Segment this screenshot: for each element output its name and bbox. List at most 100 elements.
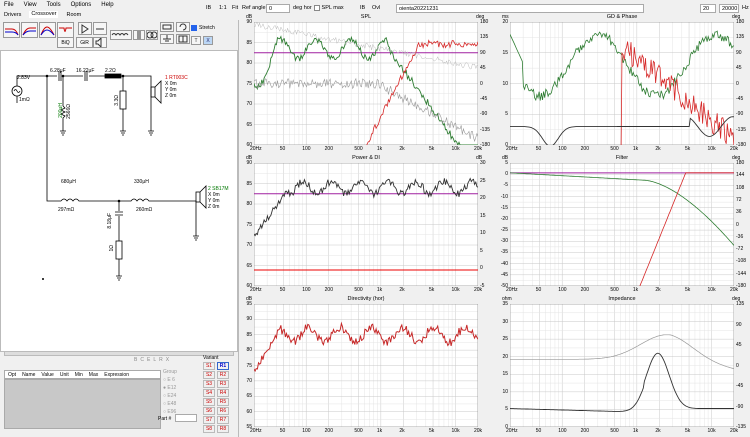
radio-e24[interactable]: ○ E24 xyxy=(163,393,191,399)
rotate-button[interactable] xyxy=(176,22,190,32)
ground-icon xyxy=(163,35,171,42)
grid-button[interactable] xyxy=(176,34,190,44)
spl-xtick: 500 xyxy=(354,146,363,152)
variant-s3[interactable]: S3 xyxy=(203,380,215,388)
ref-angle-input[interactable]: 0 xyxy=(266,4,290,13)
variant-r7[interactable]: R7 xyxy=(217,416,229,424)
spl-title: SPL xyxy=(360,14,372,20)
menu-file[interactable]: File xyxy=(4,2,14,8)
btn-c[interactable]: C xyxy=(140,357,144,363)
speaker-add-button[interactable] xyxy=(93,37,107,48)
btn-b[interactable]: B xyxy=(134,357,137,363)
parameter-table-body[interactable] xyxy=(4,379,161,429)
filter-y2tick: 144 xyxy=(736,172,745,179)
variant-s8[interactable]: S8 xyxy=(203,425,215,433)
file-name-field[interactable]: oienta20221231 xyxy=(396,4,644,13)
capacitor-button[interactable] xyxy=(133,30,145,40)
splitter[interactable] xyxy=(238,20,239,437)
inductor-l2-value: 200μH xyxy=(58,103,64,118)
radio-e6[interactable]: ○ E 6 xyxy=(163,377,191,383)
menu-tools[interactable]: Tools xyxy=(47,2,61,8)
ground-button[interactable] xyxy=(160,34,174,44)
spl-graph[interactable]: SPL 90 85 80 75 70 65 60 180 135 90 45 0 -45 -90 -135 -1… xyxy=(246,14,490,170)
variant-r8[interactable]: R8 xyxy=(217,425,229,433)
filter-y2tick: 72 xyxy=(736,196,742,203)
variant-r3[interactable]: R3 xyxy=(217,380,229,388)
imp-xtick: 50 xyxy=(535,428,542,434)
tab-drivers[interactable]: Drivers xyxy=(4,12,21,18)
ovl-button[interactable]: Ovl xyxy=(370,4,382,13)
btn-r[interactable]: R xyxy=(159,357,163,363)
col-expression[interactable]: Expression xyxy=(101,372,132,378)
fit-button[interactable]: Fit xyxy=(230,4,240,13)
lowpass-filter-button[interactable] xyxy=(3,22,20,38)
menu-view[interactable]: View xyxy=(24,2,37,8)
imp-y2tick: -45 xyxy=(736,383,744,389)
btn-x[interactable]: X xyxy=(166,357,169,363)
variant-r5[interactable]: R5 xyxy=(217,398,229,406)
variant-r6[interactable]: R6 xyxy=(217,407,229,415)
e12-label: E12 xyxy=(167,385,177,391)
wire-button[interactable] xyxy=(93,22,107,35)
gd-xtick: 2k xyxy=(655,146,661,152)
menu-options[interactable]: Options xyxy=(71,2,92,8)
tab-room[interactable]: Room xyxy=(66,12,81,18)
gd-graph[interactable]: GD & Phase 20 15 10 5 0 180 135 90 45 0 -45 -90 -135-… xyxy=(502,14,746,170)
dir-graph[interactable]: Directivity (hor) 95 90 85 80 75 70 65 60 55 dB 20H… xyxy=(246,296,482,434)
gd-ytick: 10 xyxy=(502,80,508,87)
notch-filter-button[interactable] xyxy=(57,22,74,38)
ib2-button[interactable]: IB xyxy=(358,4,367,13)
tab-crossover[interactable]: Crossover xyxy=(29,11,59,18)
inductor-button[interactable] xyxy=(110,30,132,40)
dir-xtick: 5k xyxy=(429,428,435,434)
spl-xtick: 5k xyxy=(429,146,435,152)
ib-button[interactable]: IB xyxy=(204,4,213,13)
radio-e48[interactable]: ○ E48 xyxy=(163,401,191,407)
radio-e12[interactable]: ● E12 xyxy=(163,385,191,391)
imp-ytick: 30 xyxy=(502,318,508,325)
resistor-button[interactable] xyxy=(160,22,174,32)
e-series-group: Group ○ E 6 ● E12 ○ E24 ○ E48 ○ E96 xyxy=(163,367,191,417)
power-graph[interactable]: Power & DI 90 85 80 75 70 65 60 30 25 20 15 10 5 0 -5 dB… xyxy=(246,155,486,293)
variant-s5[interactable]: S5 xyxy=(203,398,215,406)
stretch-checkbox[interactable]: Stretch xyxy=(191,25,215,31)
variant-s4[interactable]: S4 xyxy=(203,389,215,397)
transformer-button[interactable] xyxy=(146,30,158,40)
one-to-one-button[interactable]: 1:1 xyxy=(217,4,229,13)
col-unit[interactable]: Unit xyxy=(57,372,72,378)
imp-xtick: 500 xyxy=(610,428,619,434)
col-value[interactable]: Value xyxy=(38,372,56,378)
freq-max-input[interactable]: 20000 xyxy=(719,4,739,13)
btn-l[interactable]: L xyxy=(153,357,156,363)
col-name[interactable]: Name xyxy=(19,372,38,378)
variant-r1[interactable]: R1 xyxy=(217,362,229,370)
delete-x-button[interactable]: X xyxy=(203,36,213,45)
variant-s6[interactable]: S6 xyxy=(203,407,215,415)
biq-button[interactable]: BiQ xyxy=(57,37,74,48)
play-button[interactable] xyxy=(78,22,92,35)
schematic-canvas[interactable]: 2.83V 1mΩ 6.28μF 16.22μF 2.2Ω 200μH 2566… xyxy=(0,50,238,352)
filter-graph[interactable]: Filter 5 0 -5 -10 -15 -20 -25 -30 -35 -40 -45 -50 180… xyxy=(501,155,746,311)
highpass-filter-button[interactable] xyxy=(21,22,38,38)
imp-graph[interactable]: Impedance 35 30 25 20 15 10 5 0 135 90 45 0 -45 -90 -13… xyxy=(502,296,746,434)
variant-s2[interactable]: S2 xyxy=(203,371,215,379)
btn-e[interactable]: E xyxy=(147,357,150,363)
gir-button[interactable]: GiR xyxy=(76,37,93,48)
schematic-scrollbar[interactable] xyxy=(4,351,234,356)
variant-s7[interactable]: S7 xyxy=(203,416,215,424)
col-min[interactable]: Min xyxy=(72,372,86,378)
bandpass-filter-button[interactable] xyxy=(39,22,56,38)
variant-r4[interactable]: R4 xyxy=(217,389,229,397)
power-xtick: 500 xyxy=(354,287,363,293)
spl-max-checkbox[interactable]: SPL max xyxy=(312,4,346,13)
col-max[interactable]: Max xyxy=(86,372,101,378)
part-number-input[interactable] xyxy=(175,414,197,422)
freq-min-input[interactable]: 20 xyxy=(700,4,716,13)
variant-r2[interactable]: R2 xyxy=(217,371,229,379)
col-opt[interactable]: Opt xyxy=(5,372,19,378)
variant-s1[interactable]: S1 xyxy=(203,362,215,370)
filter-xtick: 500 xyxy=(610,287,619,293)
spl-y2tick: 45 xyxy=(480,65,486,72)
type-t-button[interactable]: T xyxy=(191,36,201,45)
menu-help[interactable]: Help xyxy=(101,2,113,8)
